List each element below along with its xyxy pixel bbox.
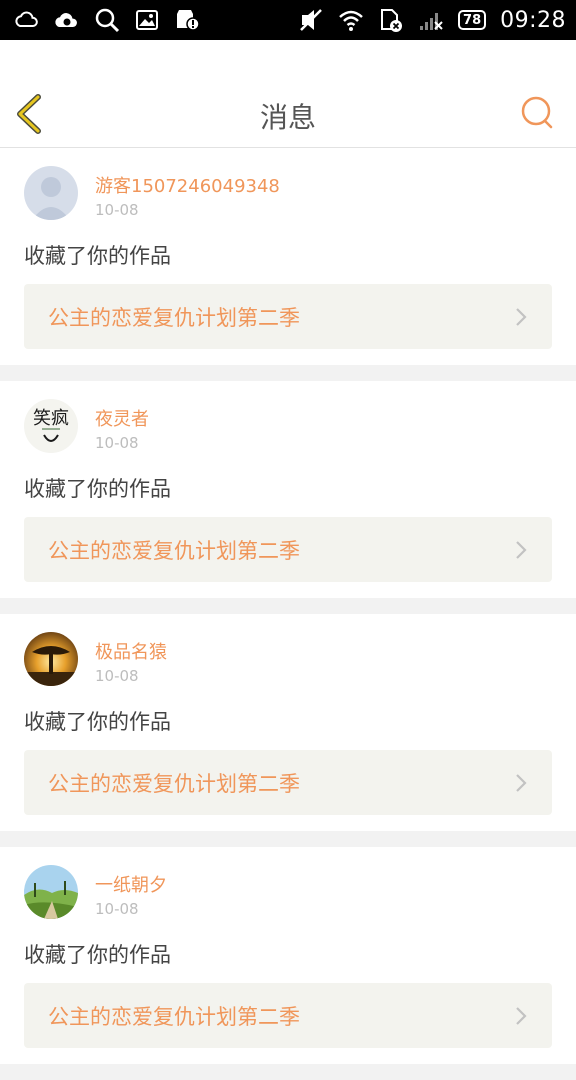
page-title: 消息 [259, 101, 316, 134]
status-time: 09:28 [500, 7, 566, 33]
message-action: 收藏了你的作品 [24, 943, 171, 967]
sunset-tree-avatar [24, 632, 78, 686]
message-action: 收藏了你的作品 [24, 477, 171, 501]
wifi-icon [339, 10, 363, 31]
message-date: 10-08 [95, 667, 139, 685]
work-link[interactable]: 公主的恋爱复仇计划第二季 [24, 284, 552, 349]
work-title: 公主的恋爱复仇计划第二季 [48, 771, 300, 796]
battery-icon: 78 [458, 10, 487, 30]
calligraphy-avatar: 笑疯 [24, 399, 78, 453]
chevron-right-icon [516, 773, 527, 792]
avatar[interactable]: 笑疯 [24, 399, 78, 453]
status-bar: 78 09:28 [0, 0, 576, 40]
work-title: 公主的恋爱复仇计划第二季 [48, 538, 300, 563]
work-title: 公主的恋爱复仇计划第二季 [48, 305, 300, 330]
cloud-sync-icon [55, 13, 77, 27]
default-avatar-icon [24, 166, 78, 220]
message-date: 10-08 [95, 900, 139, 918]
message-action: 收藏了你的作品 [24, 710, 171, 734]
status-bar-left [14, 7, 200, 33]
message-action: 收藏了你的作品 [24, 244, 171, 268]
signal-off-icon [420, 13, 443, 30]
message-date: 10-08 [95, 434, 139, 452]
work-link[interactable]: 公主的恋爱复仇计划第二季 [24, 750, 552, 815]
username[interactable]: 游客1507246049348 [95, 172, 280, 198]
status-bar-right: 78 09:28 [298, 7, 566, 33]
message-list: 游客1507246049348 10-08 收藏了你的作品 公主的恋爱复仇计划第… [0, 148, 576, 1080]
work-title: 公主的恋爱复仇计划第二季 [48, 1004, 300, 1029]
avatar[interactable] [24, 166, 78, 220]
chevron-right-icon [516, 540, 527, 559]
landscape-avatar [24, 865, 78, 919]
work-link[interactable]: 公主的恋爱复仇计划第二季 [24, 517, 552, 582]
list-item: 一纸朝夕 10-08 收藏了你的作品 公主的恋爱复仇计划第二季 [0, 847, 576, 1064]
work-link[interactable]: 公主的恋爱复仇计划第二季 [24, 983, 552, 1048]
header: 消息 [0, 40, 576, 148]
list-item: 笑疯 夜灵者 10-08 收藏了你的作品 公主的恋爱复仇计划第二季 [0, 381, 576, 598]
message-date: 10-08 [95, 201, 139, 219]
avatar[interactable] [24, 865, 78, 919]
list-item: 极品名猿 10-08 收藏了你的作品 公主的恋爱复仇计划第二季 [0, 614, 576, 831]
weather-cloud-icon [15, 11, 38, 27]
svg-text:笑疯: 笑疯 [33, 408, 69, 429]
chevron-right-icon [516, 1006, 527, 1025]
search-icon[interactable] [520, 95, 556, 131]
silent-icon [300, 9, 322, 31]
image-icon [136, 10, 158, 30]
avatar[interactable] [24, 632, 78, 686]
username[interactable]: 一纸朝夕 [95, 871, 167, 897]
store-alert-icon [177, 10, 200, 31]
search-icon [95, 8, 120, 33]
sim-off-icon [381, 9, 403, 32]
username[interactable]: 夜灵者 [95, 405, 149, 431]
list-item: 游客1507246049348 10-08 收藏了你的作品 公主的恋爱复仇计划第… [0, 148, 576, 365]
chevron-right-icon [516, 307, 527, 326]
username[interactable]: 极品名猿 [95, 638, 167, 664]
